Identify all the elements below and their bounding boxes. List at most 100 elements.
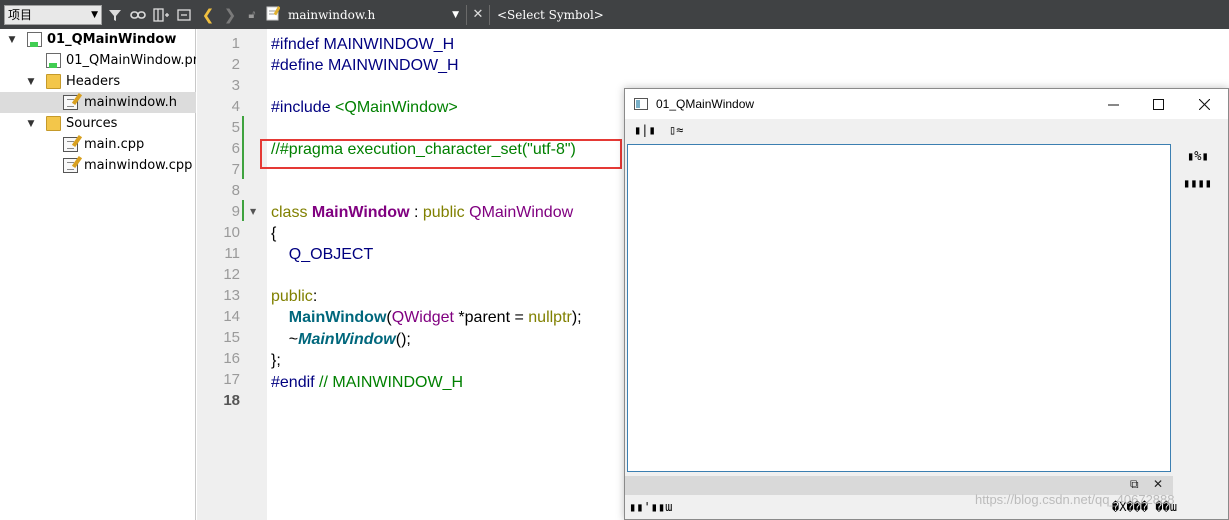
line-number: 11 [224, 245, 240, 262]
line-number: 16 [223, 350, 240, 367]
tree-item-label: main.cpp [84, 137, 145, 152]
line-number-gutter: 1 2 3 4 5 6 7 8 9 10 11 12 13 14 15 16 1… [197, 29, 267, 520]
code-token: *parent = [453, 309, 529, 326]
toolbar-separator [489, 4, 490, 25]
split-icon[interactable] [151, 5, 171, 25]
code-line: { [271, 223, 276, 244]
line-number: 10 [223, 224, 240, 241]
code-line: #include <QMainWindow> [271, 97, 458, 118]
project-icon [27, 32, 42, 47]
chevron-down-icon: ▼ [452, 9, 459, 20]
tree-item-label: mainwindow.h [84, 95, 177, 110]
current-line-number: 18 [223, 392, 240, 409]
tree-item-pro-file[interactable]: 01_QMainWindow.pro [0, 50, 196, 71]
code-token: MainWindow [288, 309, 387, 326]
source-file-icon [63, 134, 83, 152]
code-line: #define MAINWINDOW_H [271, 55, 459, 76]
tree-item-main-cpp[interactable]: main.cpp [0, 134, 196, 155]
close-button[interactable] [1181, 89, 1227, 119]
code-token: ~ [271, 331, 299, 348]
code-token: #define MAINWINDOW_H [271, 57, 459, 74]
tree-item-sources[interactable]: ▼ Sources [0, 113, 196, 134]
line-number: 9 [231, 203, 240, 220]
tree-item-label: Headers [66, 74, 121, 89]
app-titlebar[interactable]: 01_QMainWindow [625, 89, 1228, 119]
tree-item-headers[interactable]: ▼ Headers [0, 71, 196, 92]
close-icon[interactable]: ✕ [1153, 477, 1163, 491]
code-token: public [271, 288, 313, 305]
code-token: #include [271, 99, 336, 116]
tree-item-label: 01_QMainWindow [47, 32, 177, 47]
app-title: 01_QMainWindow [656, 97, 755, 111]
fold-arrow-icon[interactable]: ▼ [250, 207, 256, 216]
side-toolbar-action[interactable]: ▮%▮ [1187, 149, 1209, 163]
line-number: 15 [223, 329, 240, 346]
line-number: 12 [223, 266, 240, 283]
chevron-down-icon[interactable]: ▼ [25, 119, 37, 129]
highlight-annotation-box [260, 139, 622, 169]
code-token: #ifndef MAINWINDOW_H [271, 36, 455, 53]
project-view-combo[interactable]: 项目 ▼ [4, 4, 102, 25]
symbol-combo[interactable]: <Select Symbol> [493, 8, 604, 22]
app-toolbar-action[interactable]: ▮|▮ [634, 123, 656, 137]
app-toolbar: ▮|▮ ▯≈ [625, 119, 1228, 143]
chevron-down-icon[interactable]: ▼ [25, 77, 37, 87]
tree-item-label: Sources [66, 116, 118, 131]
line-number: 2 [231, 56, 240, 73]
project-tree: ▼ 01_QMainWindow 01_QMainWindow.pro ▼ He… [0, 29, 196, 520]
toolbar-separator [466, 4, 467, 25]
line-number: 6 [231, 140, 240, 157]
tree-item-label: 01_QMainWindow.pro [66, 53, 196, 68]
close-pane-icon[interactable] [174, 5, 194, 25]
link-icon[interactable] [128, 5, 148, 25]
code-token: { [271, 225, 277, 242]
code-line: ~MainWindow(); [271, 329, 411, 350]
code-token: (); [395, 331, 411, 348]
tree-item-project[interactable]: ▼ 01_QMainWindow [0, 29, 196, 50]
document-combo[interactable]: mainwindow.h ▼ [263, 4, 463, 26]
line-number: 8 [231, 182, 240, 199]
folder-icon [46, 116, 61, 131]
line-number: 3 [231, 77, 240, 94]
header-file-icon [63, 92, 83, 110]
code-line: Q_OBJECT [271, 244, 373, 265]
code-token: Q_OBJECT [271, 246, 374, 263]
watermark-text: https://blog.csdn.net/qq_40672888 [975, 492, 1175, 507]
code-token: class [271, 204, 312, 221]
code-token: <QMainWindow> [335, 99, 458, 116]
code-token: QMainWindow [469, 204, 574, 221]
code-token: QWidget [391, 309, 454, 326]
line-number: 1 [231, 35, 240, 52]
line-number: 14 [223, 308, 240, 325]
code-token: public [422, 204, 470, 221]
filter-icon[interactable] [105, 5, 125, 25]
app-toolbar-action[interactable]: ▯≈ [669, 123, 683, 137]
tree-item-mainwindow-h[interactable]: mainwindow.h [0, 92, 196, 113]
line-number: 4 [231, 98, 240, 115]
source-file-icon [63, 155, 83, 173]
change-marker [242, 116, 244, 179]
line-number: 13 [223, 287, 240, 304]
maximize-button[interactable] [1135, 89, 1181, 119]
line-number: 5 [231, 119, 240, 136]
side-toolbar-action[interactable]: ▮▮▮▮ [1183, 176, 1212, 190]
code-token: ); [571, 309, 582, 326]
code-token: MainWindow [311, 204, 410, 221]
close-icon[interactable]: ✕ [470, 7, 486, 22]
change-marker [242, 200, 244, 221]
document-name: mainwindow.h [288, 7, 376, 22]
central-widget[interactable] [627, 144, 1171, 472]
line-number: 17 [223, 371, 240, 388]
code-token: }; [271, 352, 281, 369]
folder-icon [46, 74, 61, 89]
chevron-down-icon[interactable]: ▼ [6, 35, 18, 45]
project-view-combo-label: 项目 [8, 8, 33, 22]
code-line: }; [271, 350, 281, 371]
minimize-button[interactable] [1090, 89, 1136, 119]
tree-item-mainwindow-cpp[interactable]: mainwindow.cpp [0, 155, 196, 176]
forward-icon[interactable]: ❯ [219, 6, 241, 24]
float-icon[interactable]: ⧉ [1130, 477, 1139, 492]
back-icon[interactable]: ❮ [197, 6, 219, 24]
code-line: #ifndef MAINWINDOW_H [271, 34, 454, 55]
